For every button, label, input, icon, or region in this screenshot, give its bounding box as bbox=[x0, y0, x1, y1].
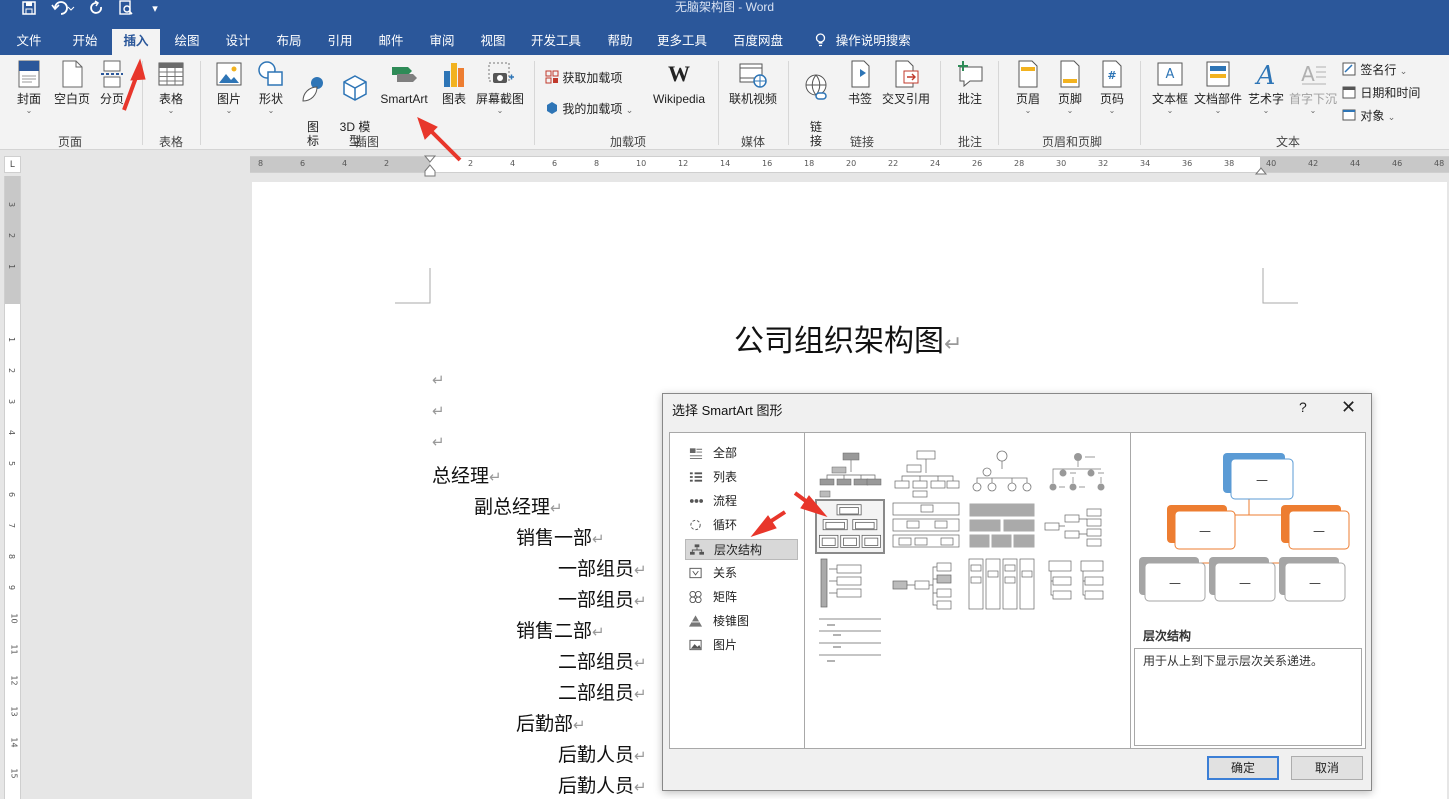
annotation-arrows bbox=[122, 58, 828, 538]
annotation-arrow-smartart bbox=[428, 128, 462, 162]
